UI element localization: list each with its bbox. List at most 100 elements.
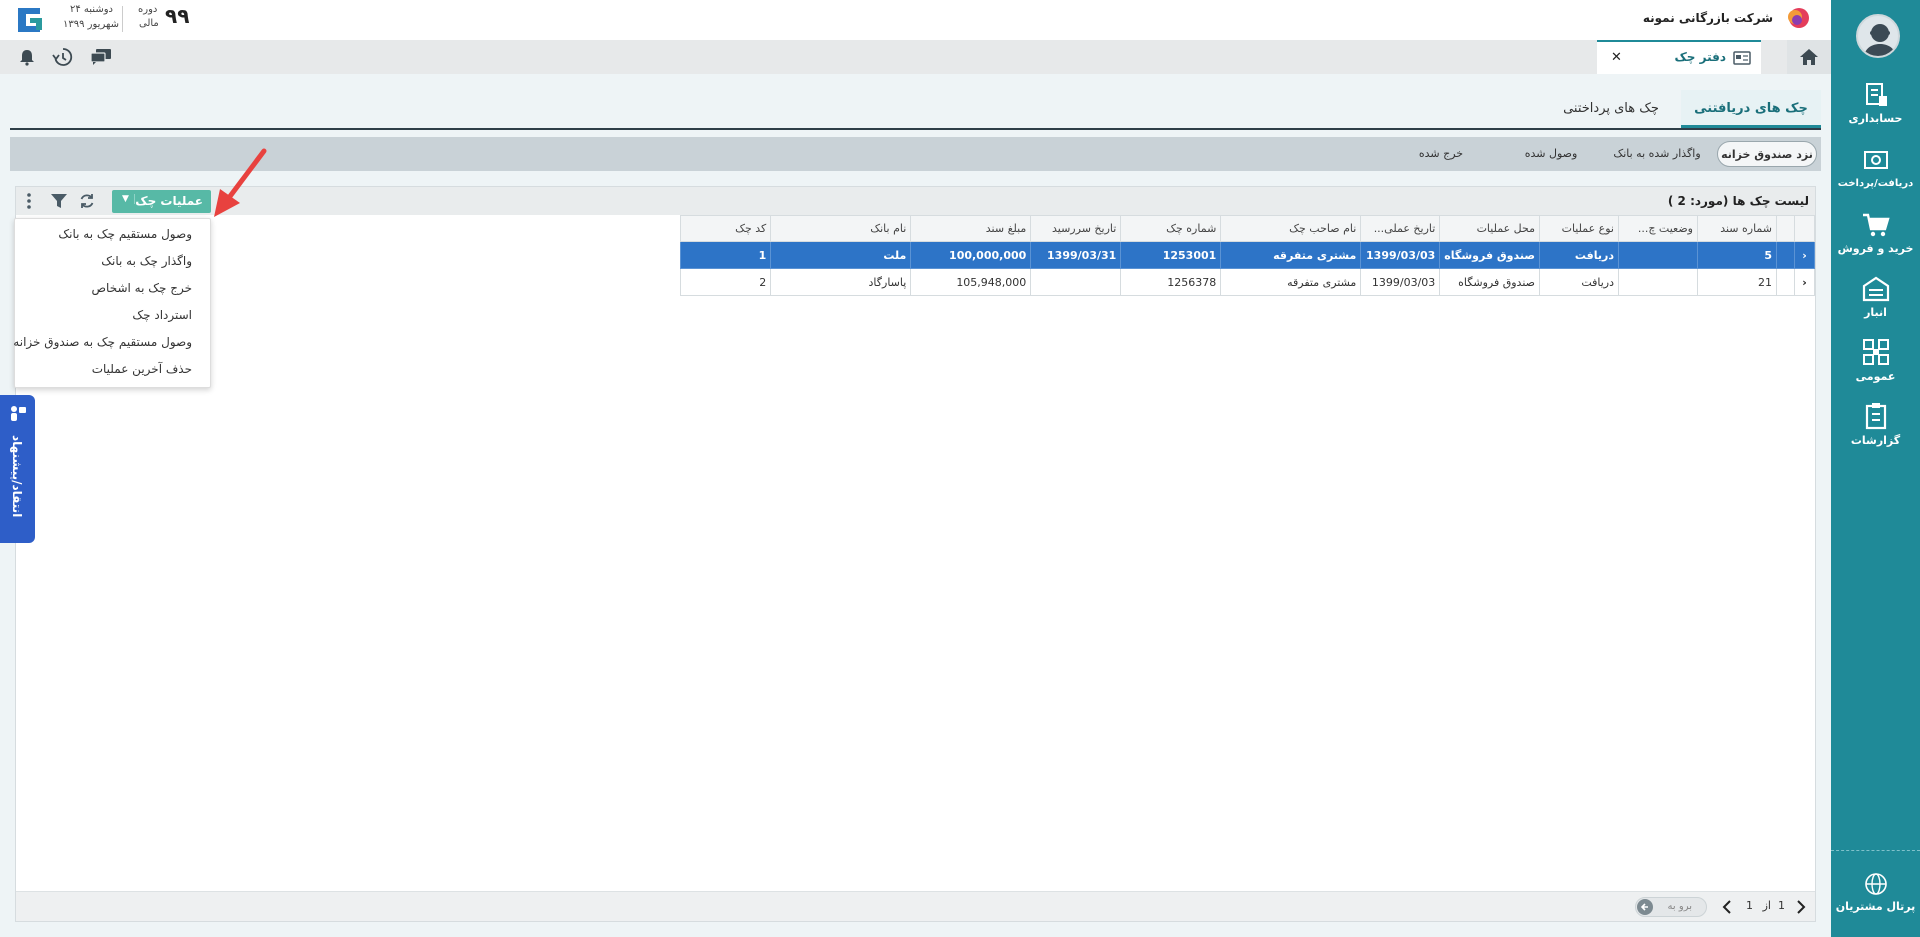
subtab-spent[interactable]: خرج شده — [1401, 141, 1481, 167]
fiscal-year[interactable]: ۹۹ — [165, 4, 189, 28]
pager-current-page: 1 — [1778, 899, 1785, 912]
pager: 1 از 1 برو به — [16, 891, 1815, 921]
tab-receivable-checks[interactable]: چک های دریافتنی — [1681, 90, 1821, 128]
sidebar-item-label: انبار — [1864, 306, 1887, 319]
avatar[interactable] — [1856, 14, 1900, 58]
home-icon — [1800, 49, 1818, 65]
company-name: شرکت بازرگانی نمونه — [1642, 11, 1773, 25]
col-expand — [1794, 215, 1815, 242]
company-logo-icon — [1788, 8, 1809, 28]
menu-item-direct-bank-collection[interactable]: وصول مستقیم چک به بانک — [58, 227, 192, 241]
sidebar-item-general[interactable]: عمومی — [1831, 338, 1920, 383]
cell-amount: 100,000,000 — [910, 241, 1032, 269]
row-selector[interactable] — [1776, 268, 1795, 296]
menu-item-return-check[interactable]: استرداد چک — [132, 308, 192, 322]
col-bank[interactable]: نام بانک — [770, 215, 912, 242]
list-count: (مورد: 2 ) — [1667, 194, 1729, 208]
cell-status — [1618, 268, 1698, 296]
sidebar-item-accounting[interactable]: حسابداری — [1831, 82, 1920, 125]
cell-bank: پاسارگاد — [770, 268, 912, 296]
tab-payable-checks[interactable]: چک های پرداختنی — [1541, 90, 1681, 128]
sidebar-item-label: عمومی — [1855, 370, 1896, 383]
col-op-type[interactable]: نوع عملیات — [1539, 215, 1619, 242]
document-tabbar: دفتر چک ✕ — [0, 40, 1831, 74]
cell-doc-no: 21 — [1697, 268, 1777, 296]
feedback-label: انتقاد/پیشنهاد — [10, 435, 24, 518]
row-expand-icon[interactable]: ‹ — [1794, 268, 1815, 296]
cell-due-date: 1399/03/31 — [1030, 241, 1122, 269]
cell-check-no: 1253001 — [1120, 241, 1222, 269]
cell-op-date: 1399/03/03 — [1360, 241, 1441, 269]
chevron-right-icon[interactable] — [1795, 899, 1807, 915]
subtab-treasury[interactable]: نزد صندوق خزانه — [1717, 141, 1817, 167]
table-row[interactable]: ‹ 21 دریافت صندوق فروشگاه 1399/03/03 مشت… — [680, 268, 1815, 296]
subtab-collected[interactable]: وصول شده — [1511, 141, 1591, 167]
chevron-down-icon: ▼ — [122, 194, 135, 204]
col-status[interactable]: وضعیت چ... — [1618, 215, 1698, 242]
filter-icon[interactable] — [50, 192, 68, 210]
col-check-code[interactable]: کد چک — [680, 215, 772, 242]
col-due-date[interactable]: تاریخ سررسید — [1030, 215, 1122, 242]
goto-page-field[interactable]: برو به — [1635, 897, 1707, 917]
table-row[interactable]: ‹ 5 دریافت صندوق فروشگاه 1399/03/03 مشتر… — [680, 241, 1815, 269]
check-operations-menu: وصول مستقیم چک به بانک واگذار چک به بانک… — [13, 218, 211, 388]
cell-op-place: صندوق فروشگاه — [1439, 241, 1540, 269]
col-op-date[interactable]: تاریخ عملی... — [1360, 215, 1441, 242]
sidebar: حسابداری دریافت/پرداخت خرید و فروش انبار — [1831, 0, 1920, 937]
globe-icon — [1864, 873, 1887, 895]
row-expand-icon[interactable]: ‹ — [1794, 241, 1815, 269]
general-icon — [1862, 339, 1889, 365]
sidebar-item-label: خرید و فروش — [1837, 242, 1914, 255]
cell-check-code: 1 — [680, 241, 772, 269]
fiscal-period-label-1: دوره — [138, 4, 158, 15]
checks-table: شماره سند وضعیت چ... نوع عملیات محل عملی… — [680, 215, 1815, 296]
chat-icon[interactable] — [90, 48, 112, 66]
home-tab[interactable] — [1787, 40, 1831, 74]
sidebar-item-label: دریافت/پرداخت — [1837, 178, 1914, 189]
close-icon[interactable]: ✕ — [1611, 50, 1622, 65]
col-check-no[interactable]: شماره چک — [1120, 215, 1222, 242]
cell-check-no: 1256378 — [1120, 268, 1222, 296]
pager-of-label: از — [1762, 899, 1771, 912]
more-vertical-icon[interactable] — [26, 192, 32, 210]
feedback-tab[interactable]: انتقاد/پیشنهاد — [0, 395, 35, 543]
col-doc-no[interactable]: شماره سند — [1697, 215, 1777, 242]
bell-icon[interactable] — [18, 48, 36, 66]
col-selector — [1776, 215, 1795, 242]
menu-item-delete-last-operation[interactable]: حذف آخرین عملیات — [92, 362, 192, 376]
col-op-place[interactable]: محل عملیات — [1439, 215, 1540, 242]
row-selector[interactable] — [1776, 241, 1795, 269]
history-icon[interactable] — [52, 47, 74, 67]
annotation-arrow-icon — [214, 148, 267, 217]
subtab-assigned-to-bank[interactable]: واگذار شده به بانک — [1607, 141, 1707, 167]
menu-item-spend-to-person[interactable]: خرج چک به اشخاص — [92, 281, 192, 295]
app-logo-icon — [18, 8, 42, 32]
sidebar-divider — [1831, 850, 1920, 851]
cell-op-date: 1399/03/03 — [1360, 268, 1441, 296]
cart-icon — [1862, 213, 1890, 237]
sidebar-item-cash[interactable]: دریافت/پرداخت — [1831, 148, 1920, 189]
goto-page-placeholder: برو به — [1667, 901, 1692, 912]
menu-item-direct-treasury-collection[interactable]: وصول مستقیم چک به صندوق خزانه — [13, 335, 192, 349]
sidebar-item-customer-portal[interactable]: پرتال مشتریان — [1831, 872, 1920, 913]
col-owner[interactable]: نام صاحب چک — [1220, 215, 1362, 242]
top-header: شرکت بازرگانی نمونه دوشنبه ۲۴ شهریور ۱۳۹… — [0, 0, 1831, 40]
check-operations-button[interactable]: عملیات چک ▼ — [112, 190, 211, 213]
menu-item-assign-to-bank[interactable]: واگذار چک به بانک — [101, 254, 192, 268]
col-amount[interactable]: مبلغ سند — [910, 215, 1032, 242]
fiscal-day: دوشنبه ۲۴ — [70, 4, 113, 15]
sidebar-item-warehouse[interactable]: انبار — [1831, 276, 1920, 319]
sidebar-item-reports[interactable]: گزارشات — [1831, 402, 1920, 447]
fiscal-period-label-2: مالی — [139, 18, 159, 29]
cell-status — [1618, 241, 1698, 269]
arrow-left-icon[interactable] — [1636, 898, 1654, 916]
refresh-icon[interactable] — [78, 192, 96, 210]
cell-doc-no: 5 — [1697, 241, 1777, 269]
cell-amount: 105,948,000 — [910, 268, 1032, 296]
check-operations-label: عملیات چک — [135, 194, 203, 208]
tab-check-book[interactable]: دفتر چک ✕ — [1597, 40, 1761, 74]
sidebar-item-trade[interactable]: خرید و فروش — [1831, 212, 1920, 255]
chevron-left-icon[interactable] — [1721, 899, 1733, 915]
pager-total: 1 — [1746, 899, 1753, 912]
feedback-icon — [11, 406, 26, 421]
